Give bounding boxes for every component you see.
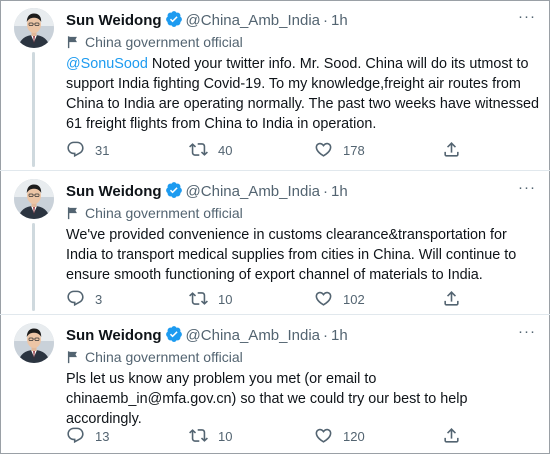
reply-icon bbox=[66, 289, 85, 308]
avatar[interactable] bbox=[14, 179, 54, 219]
share-button[interactable] bbox=[442, 426, 471, 446]
flag-icon bbox=[66, 350, 80, 368]
flag-icon bbox=[66, 35, 80, 53]
like-button[interactable]: 120 bbox=[314, 426, 365, 446]
author-handle[interactable]: @China_Amb_India bbox=[186, 12, 320, 29]
retweet-count: 10 bbox=[218, 292, 233, 307]
tweet[interactable]: Sun Weidong @China_Amb_India · 1h ··· China… bbox=[0, 171, 550, 314]
verified-badge-icon bbox=[165, 325, 183, 349]
retweet-button[interactable]: 10 bbox=[189, 289, 232, 309]
reply-count: 31 bbox=[95, 143, 110, 158]
retweet-button[interactable]: 10 bbox=[189, 426, 232, 446]
retweet-count: 10 bbox=[218, 429, 233, 444]
tweet-header: Sun Weidong @China_Amb_India · 1h bbox=[66, 181, 348, 201]
share-icon bbox=[442, 426, 461, 445]
reply-icon bbox=[66, 426, 85, 445]
author-name[interactable]: Sun Weidong bbox=[66, 183, 162, 200]
government-label-text: China government official bbox=[85, 34, 243, 50]
like-count: 120 bbox=[343, 429, 365, 444]
heart-icon bbox=[314, 140, 333, 159]
share-icon bbox=[442, 289, 461, 308]
author-handle[interactable]: @China_Amb_India bbox=[186, 327, 320, 344]
verified-badge-icon bbox=[165, 10, 183, 34]
like-button[interactable]: 102 bbox=[314, 289, 365, 309]
separator-dot: · bbox=[323, 12, 329, 29]
flag-icon bbox=[66, 206, 80, 224]
government-label-text: China government official bbox=[85, 205, 243, 221]
tweet-body: Pls let us know any problem you met (or … bbox=[66, 371, 468, 427]
share-button[interactable] bbox=[442, 140, 471, 160]
author-name[interactable]: Sun Weidong bbox=[66, 12, 162, 29]
timestamp[interactable]: 1h bbox=[331, 12, 348, 29]
heart-icon bbox=[314, 289, 333, 308]
government-label: China government official bbox=[66, 348, 243, 366]
separator-dot: · bbox=[323, 183, 329, 200]
share-button[interactable] bbox=[442, 289, 471, 309]
tweet-text: We've provided convenience in customs cl… bbox=[66, 225, 542, 285]
reply-count: 3 bbox=[95, 292, 103, 307]
action-bar: 3 10 102 bbox=[66, 289, 536, 309]
tweet[interactable]: Sun Weidong @China_Amb_India · 1h ··· China… bbox=[0, 315, 550, 454]
share-icon bbox=[442, 140, 461, 159]
tweet-text: @SonuSood Noted your twitter info. Mr. S… bbox=[66, 54, 542, 134]
more-options-icon[interactable]: ··· bbox=[516, 324, 538, 345]
action-bar: 13 10 120 bbox=[66, 426, 536, 446]
author-name[interactable]: Sun Weidong bbox=[66, 327, 162, 344]
like-count: 102 bbox=[343, 292, 365, 307]
reply-icon bbox=[66, 140, 85, 159]
retweet-icon bbox=[189, 289, 208, 308]
reply-button[interactable]: 3 bbox=[66, 289, 102, 309]
separator-dot: · bbox=[323, 327, 329, 344]
like-count: 178 bbox=[343, 143, 365, 158]
reply-button[interactable]: 13 bbox=[66, 426, 109, 446]
timestamp[interactable]: 1h bbox=[331, 327, 348, 344]
government-label-text: China government official bbox=[85, 349, 243, 365]
retweet-icon bbox=[189, 426, 208, 445]
mention-link[interactable]: @SonuSood bbox=[66, 56, 148, 72]
timestamp[interactable]: 1h bbox=[331, 183, 348, 200]
action-bar: 31 40 178 bbox=[66, 140, 536, 160]
retweet-count: 40 bbox=[218, 143, 233, 158]
retweet-button[interactable]: 40 bbox=[189, 140, 232, 160]
like-button[interactable]: 178 bbox=[314, 140, 365, 160]
reply-button[interactable]: 31 bbox=[66, 140, 109, 160]
retweet-icon bbox=[189, 140, 208, 159]
tweet-header: Sun Weidong @China_Amb_India · 1h bbox=[66, 325, 348, 345]
tweet[interactable]: Sun Weidong @China_Amb_India · 1h ··· China… bbox=[0, 0, 550, 170]
more-options-icon[interactable]: ··· bbox=[516, 180, 538, 201]
tweet-body: We've provided convenience in customs cl… bbox=[66, 227, 517, 283]
avatar[interactable] bbox=[14, 8, 54, 48]
government-label: China government official bbox=[66, 204, 243, 222]
avatar[interactable] bbox=[14, 323, 54, 363]
tweet-header: Sun Weidong @China_Amb_India · 1h bbox=[66, 10, 348, 30]
tweet-text: Pls let us know any problem you met (or … bbox=[66, 369, 542, 429]
more-options-icon[interactable]: ··· bbox=[516, 9, 538, 30]
verified-badge-icon bbox=[165, 181, 183, 205]
government-label: China government official bbox=[66, 33, 243, 51]
heart-icon bbox=[314, 426, 333, 445]
reply-count: 13 bbox=[95, 429, 110, 444]
author-handle[interactable]: @China_Amb_India bbox=[186, 183, 320, 200]
